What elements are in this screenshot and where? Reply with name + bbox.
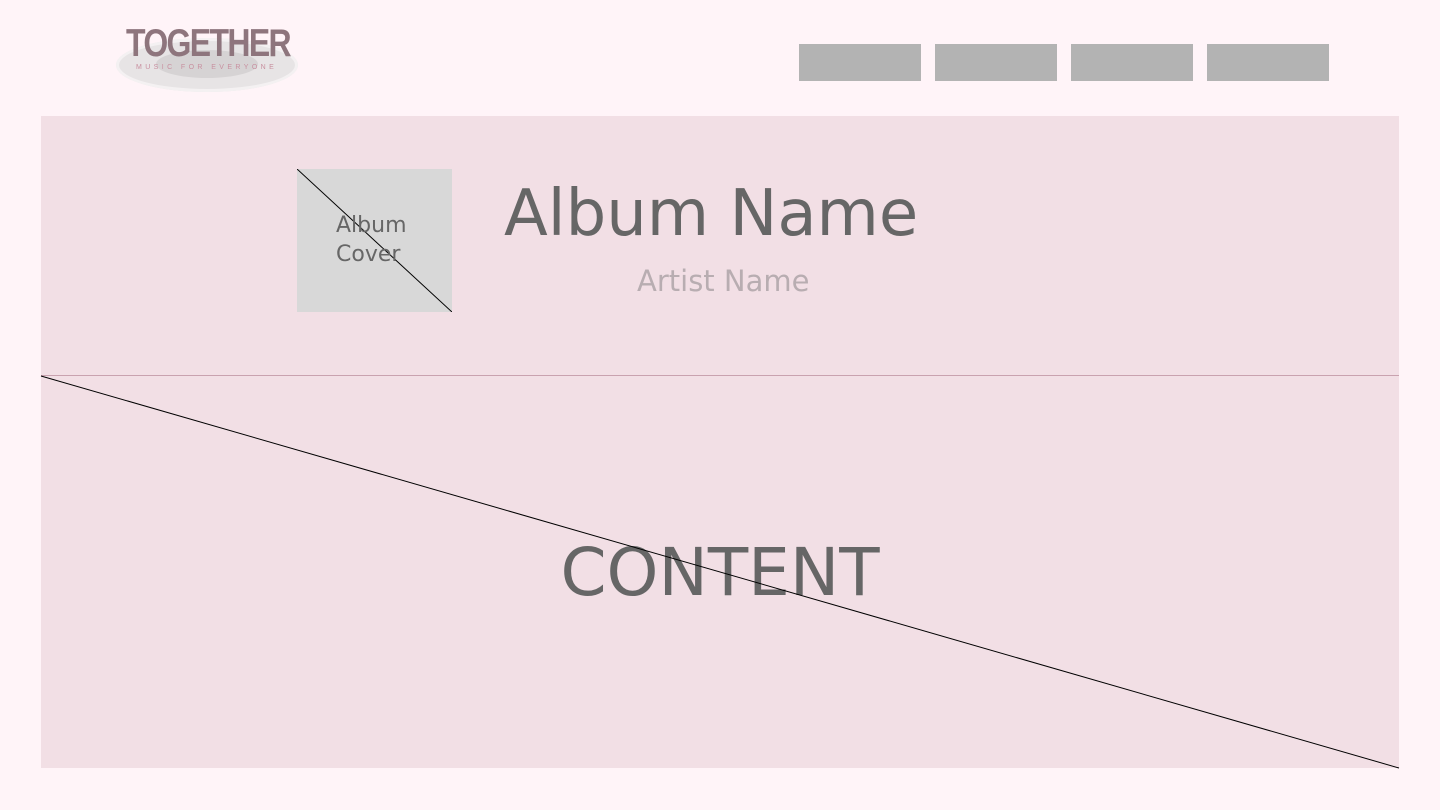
album-cover-placeholder: Album Cover bbox=[297, 169, 452, 312]
content-placeholder-label: CONTENT bbox=[560, 534, 880, 611]
nav-button-3[interactable] bbox=[1071, 44, 1193, 81]
nav-button-4[interactable] bbox=[1207, 44, 1329, 81]
nav-button-1[interactable] bbox=[799, 44, 921, 81]
logo-wordmark: TOGETHER bbox=[126, 22, 292, 65]
nav-button-2[interactable] bbox=[935, 44, 1057, 81]
artist-name[interactable]: Artist Name bbox=[637, 263, 809, 299]
logo-tagline: MUSIC FOR EVERYONE bbox=[136, 64, 278, 71]
album-title: Album Name bbox=[504, 177, 919, 251]
album-cover-label: Album Cover bbox=[336, 213, 407, 267]
logo[interactable]: TOGETHER MUSIC FOR EVERYONE bbox=[112, 22, 302, 98]
